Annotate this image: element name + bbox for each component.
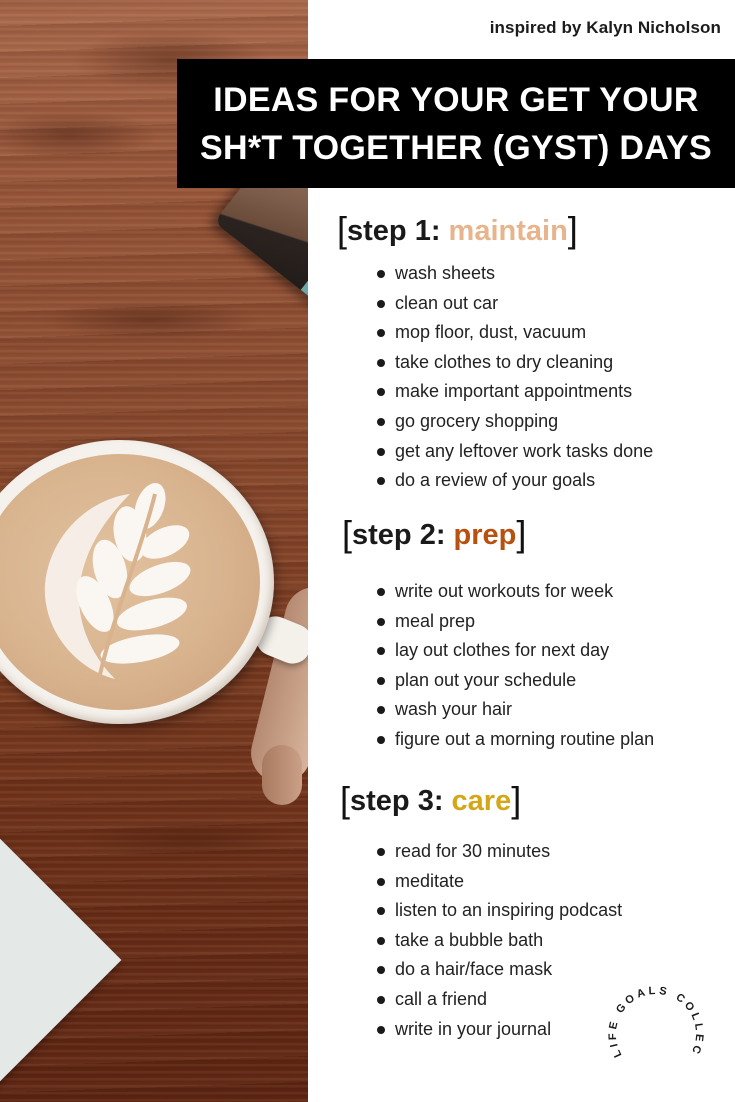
coffee-cup bbox=[0, 440, 274, 724]
bullet-icon bbox=[377, 617, 385, 626]
wood-grain bbox=[40, 300, 260, 340]
credit-text: inspired by Kalyn Nicholson bbox=[489, 18, 721, 37]
step-keyword: care bbox=[451, 785, 512, 817]
bullet-icon bbox=[377, 329, 385, 338]
step-label: step 3: bbox=[350, 785, 452, 817]
item-text: meal prep bbox=[395, 610, 476, 631]
step-3-list: read for 30 minutes meditate listen to a… bbox=[371, 837, 622, 1044]
step-label: step 2: bbox=[352, 519, 454, 551]
logo-text: LIFE GOALS COLLECTIVE bbox=[606, 976, 705, 1059]
step-label: step 1: bbox=[347, 215, 449, 247]
list-item: listen to an inspiring podcast bbox=[371, 896, 622, 926]
bullet-icon bbox=[377, 877, 385, 886]
life-goals-collective-logo: LIFE GOALS COLLECTIVE bbox=[606, 976, 705, 1059]
bullet-icon bbox=[377, 706, 385, 715]
step-2-list: write out workouts for week meal prep la… bbox=[371, 577, 654, 755]
bullet-icon bbox=[377, 1025, 385, 1034]
bullet-icon bbox=[377, 936, 385, 945]
latte-art-leaf-icon bbox=[44, 482, 191, 685]
list-item: do a review of your goals bbox=[371, 466, 653, 496]
list-item: meditate bbox=[371, 867, 622, 897]
list-item: write out workouts for week bbox=[371, 577, 654, 607]
list-item: mop floor, dust, vacuum bbox=[371, 318, 653, 348]
bullet-icon bbox=[377, 299, 385, 308]
list-item: plan out your schedule bbox=[371, 666, 654, 696]
item-text: get any leftover work tasks done bbox=[395, 440, 654, 461]
item-text: wash your hair bbox=[395, 699, 513, 720]
bullet-icon bbox=[377, 388, 385, 397]
title-line-2: SH*T TOGETHER (GYST) DAYS bbox=[200, 128, 712, 167]
open-bracket: [ bbox=[342, 513, 353, 554]
item-text: call a friend bbox=[395, 988, 488, 1009]
hand-finger bbox=[262, 745, 302, 805]
open-bracket: [ bbox=[340, 779, 351, 820]
close-bracket: ] bbox=[511, 779, 522, 820]
wood-grain bbox=[80, 820, 300, 860]
bullet-icon bbox=[377, 676, 385, 685]
list-item: go grocery shopping bbox=[371, 407, 653, 437]
latte bbox=[0, 454, 260, 710]
bullet-icon bbox=[377, 995, 385, 1004]
item-text: read for 30 minutes bbox=[395, 841, 551, 861]
wood-grain bbox=[0, 110, 160, 160]
item-text: meditate bbox=[395, 870, 465, 891]
item-text: plan out your schedule bbox=[395, 669, 577, 690]
list-item: write in your journal bbox=[371, 1015, 622, 1045]
list-item: clean out car bbox=[371, 289, 653, 319]
title-line-1: IDEAS FOR YOUR GET YOUR bbox=[213, 80, 699, 119]
item-text: make important appointments bbox=[395, 381, 633, 402]
close-bracket: ] bbox=[516, 513, 527, 554]
bullet-icon bbox=[377, 447, 385, 456]
bullet-icon bbox=[377, 477, 385, 486]
bullet-icon bbox=[377, 358, 385, 367]
list-item: wash your hair bbox=[371, 695, 654, 725]
list-item: take clothes to dry cleaning bbox=[371, 348, 653, 378]
bullet-icon bbox=[377, 735, 385, 744]
item-text: listen to an inspiring podcast bbox=[395, 900, 623, 921]
item-text: do a review of your goals bbox=[395, 470, 596, 491]
bullet-icon bbox=[377, 270, 385, 278]
item-text: take clothes to dry cleaning bbox=[395, 351, 614, 372]
step-1-heading: [step 1: maintain] bbox=[337, 210, 578, 249]
list-item: make important appointments bbox=[371, 377, 653, 407]
item-text: write out workouts for week bbox=[395, 581, 614, 601]
phone-screen bbox=[300, 203, 308, 315]
bullet-icon bbox=[377, 966, 385, 975]
bullet-icon bbox=[377, 907, 385, 916]
bullet-icon bbox=[377, 588, 385, 596]
list-item: call a friend bbox=[371, 985, 622, 1015]
list-item: figure out a morning routine plan bbox=[371, 725, 654, 755]
bullet-icon bbox=[377, 848, 385, 856]
item-text: mop floor, dust, vacuum bbox=[395, 322, 587, 343]
step-2-heading: [step 2: prep] bbox=[342, 514, 526, 553]
item-text: lay out clothes for next day bbox=[395, 640, 610, 661]
item-text: wash sheets bbox=[395, 263, 496, 283]
list-item: lay out clothes for next day bbox=[371, 636, 654, 666]
close-bracket: ] bbox=[567, 209, 578, 250]
item-text: do a hair/face mask bbox=[395, 959, 553, 980]
title-banner: IDEAS FOR YOUR GET YOUR SH*T TOGETHER (G… bbox=[177, 59, 735, 188]
list-item: do a hair/face mask bbox=[371, 955, 622, 985]
bullet-icon bbox=[377, 417, 385, 426]
item-text: go grocery shopping bbox=[395, 410, 559, 431]
open-bracket: [ bbox=[337, 209, 348, 250]
item-text: clean out car bbox=[395, 292, 499, 313]
list-item: read for 30 minutes bbox=[371, 837, 622, 867]
step-keyword: maintain bbox=[448, 215, 568, 247]
step-keyword: prep bbox=[453, 519, 517, 551]
item-text: figure out a morning routine plan bbox=[395, 728, 655, 749]
list-item: get any leftover work tasks done bbox=[371, 437, 653, 467]
list-item: meal prep bbox=[371, 607, 654, 637]
paper-note bbox=[0, 818, 122, 1102]
list-item: take a bubble bath bbox=[371, 926, 622, 956]
bullet-icon bbox=[377, 647, 385, 656]
list-item: wash sheets bbox=[371, 259, 653, 289]
item-text: take a bubble bath bbox=[395, 929, 544, 950]
step-3-heading: [step 3: care] bbox=[340, 780, 521, 819]
item-text: write in your journal bbox=[395, 1018, 552, 1039]
step-1-list: wash sheets clean out car mop floor, dus… bbox=[371, 259, 653, 496]
